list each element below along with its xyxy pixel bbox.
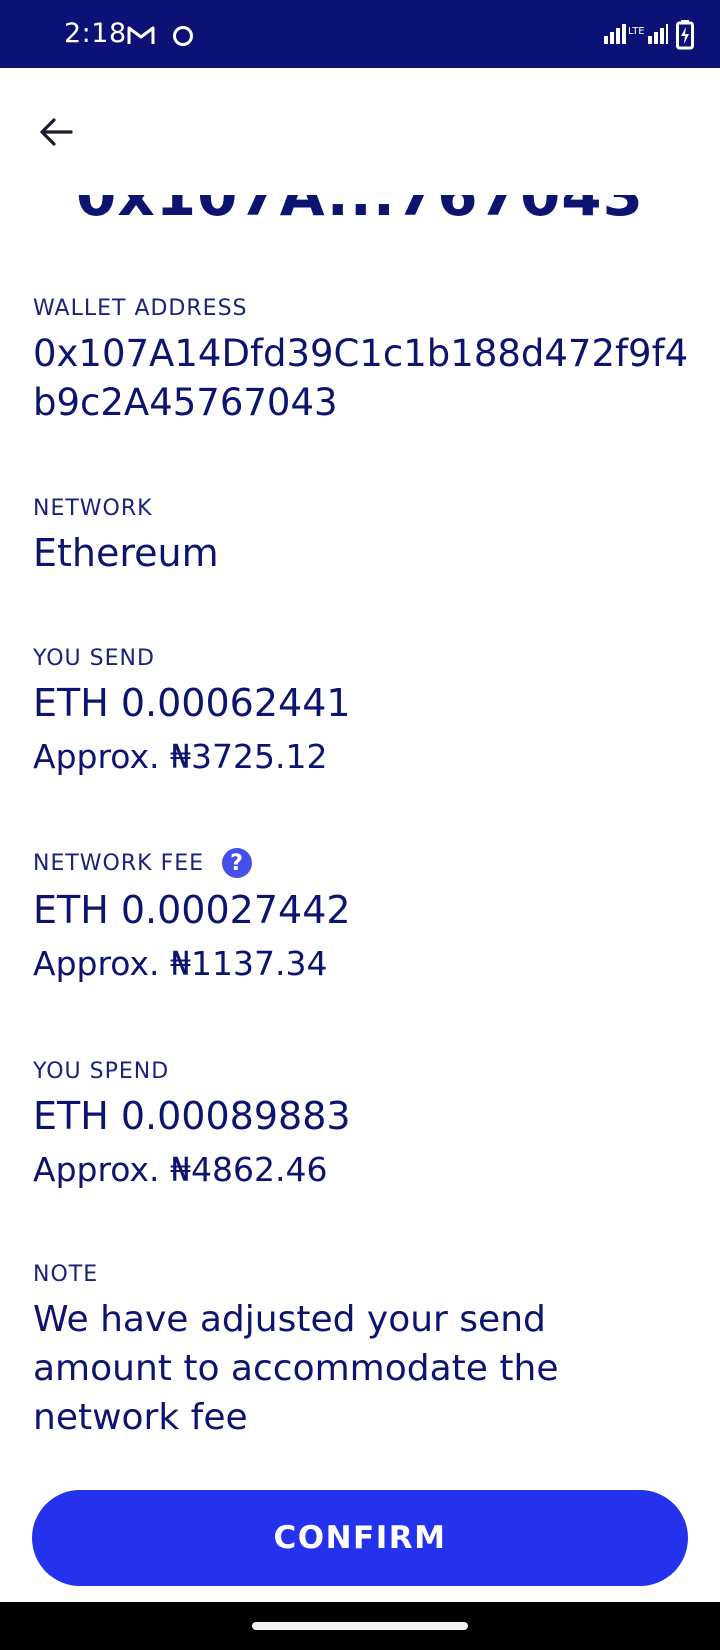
you-spend-value: ETH 0.00089883 — [33, 1094, 351, 1138]
battery-charging-icon — [676, 20, 694, 54]
recipient-short-address-text: 0x107A...767043 — [0, 195, 720, 223]
back-button[interactable] — [32, 108, 80, 156]
question-icon[interactable]: ? — [222, 848, 253, 878]
note-label: NOTE — [33, 1262, 99, 1287]
network-label: NETWORK — [33, 496, 153, 521]
wallet-address-value: 0x107A14Dfd39C1c1b188d472f9f4b9c2A457670… — [33, 332, 689, 424]
circle-icon — [172, 25, 194, 51]
confirm-button[interactable]: CONFIRM — [32, 1490, 688, 1586]
status-bar: 2:18 LTE — [0, 0, 720, 68]
you-spend-section: YOU SPEND ETH 0.00089883 Approx. ₦4862.4… — [33, 1059, 693, 1193]
you-spend-label: YOU SPEND — [33, 1059, 170, 1084]
you-send-approx: Approx. ₦3725.12 — [33, 737, 328, 776]
network-fee-section: NETWORK FEE ? ETH 0.00027442 Approx. ₦11… — [33, 848, 693, 987]
you-send-label: YOU SEND — [33, 646, 155, 671]
note-text: We have adjusted your send amount to acc… — [33, 1299, 559, 1438]
wallet-address-label: WALLET ADDRESS — [33, 296, 248, 321]
note-section: NOTE We have adjusted your send amount t… — [33, 1262, 643, 1442]
svg-text:LTE: LTE — [628, 26, 645, 37]
network-fee-value: ETH 0.00027442 — [33, 888, 351, 932]
network-fee-approx: Approx. ₦1137.34 — [33, 944, 328, 983]
network-fee-label: NETWORK FEE — [33, 850, 205, 876]
recipient-short-address: 0x107A...767043 — [0, 195, 720, 223]
signal-icon: LTE — [604, 22, 668, 44]
system-navigation-bar — [0, 1602, 720, 1650]
network-value: Ethereum — [33, 531, 219, 575]
network-section: NETWORK Ethereum — [33, 496, 693, 578]
you-spend-approx: Approx. ₦4862.46 — [33, 1150, 328, 1189]
arrow-left-icon — [40, 118, 73, 146]
you-send-value: ETH 0.00062441 — [33, 681, 351, 725]
you-send-section: YOU SEND ETH 0.00062441 Approx. ₦3725.12 — [33, 646, 693, 780]
status-time: 2:18 — [64, 18, 127, 49]
wallet-address-section: WALLET ADDRESS 0x107A14Dfd39C1c1b188d472… — [33, 296, 693, 427]
network-fee-label-row: NETWORK FEE ? — [33, 848, 693, 878]
gmail-icon — [126, 24, 156, 50]
home-indicator[interactable] — [252, 1622, 468, 1630]
